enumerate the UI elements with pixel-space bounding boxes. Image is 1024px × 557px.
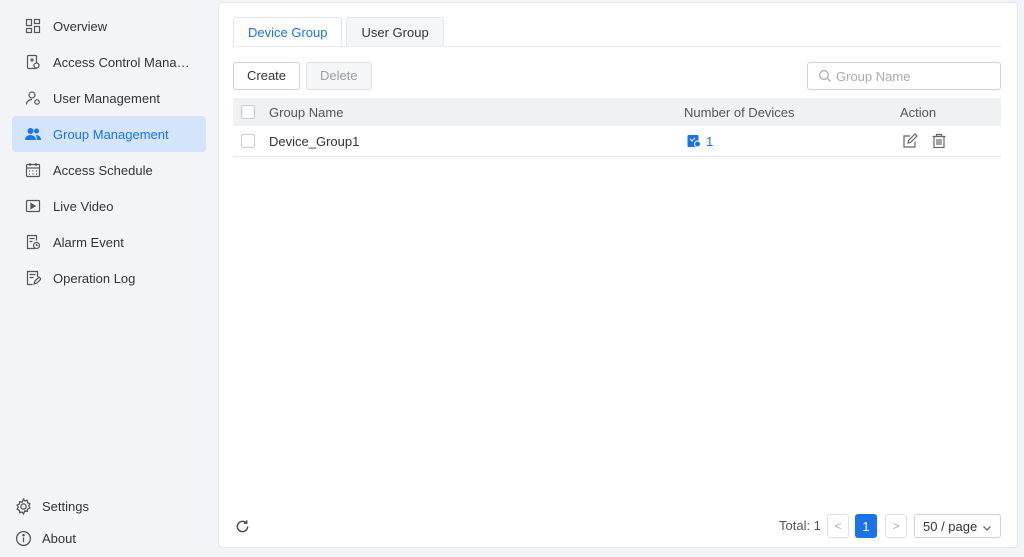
group-name-cell: Device_Group1	[269, 133, 360, 149]
user-icon	[24, 89, 42, 107]
select-all-checkbox[interactable]	[241, 105, 255, 119]
sidebar-item-label: Group Management	[53, 126, 169, 142]
sidebar-item-label: Access Schedule	[53, 162, 153, 178]
header-action: Action	[900, 104, 937, 120]
total-count: Total: 1	[779, 518, 821, 533]
sidebar-item-live-video[interactable]: Live Video	[12, 188, 206, 224]
chevron-down-icon	[982, 521, 992, 531]
tab-device-group[interactable]: Device Group	[233, 17, 343, 47]
next-page-button[interactable]: >	[885, 514, 907, 538]
tab-bar: Device Group User Group	[233, 17, 448, 47]
tab-divider	[233, 46, 1001, 47]
sidebar: Overview Access Control Manag... User Ma…	[0, 0, 216, 557]
edit-action-cell	[901, 126, 919, 156]
devices-count: 1	[706, 133, 714, 149]
sidebar-item-label: About	[42, 530, 76, 546]
info-icon	[14, 529, 32, 547]
sidebar-item-label: Overview	[53, 18, 108, 34]
gear-icon	[14, 497, 32, 515]
sidebar-item-label: Settings	[42, 498, 89, 514]
search-input[interactable]	[836, 68, 996, 84]
sidebar-item-label: Alarm Event	[53, 234, 124, 250]
sidebar-item-overview[interactable]: Overview	[12, 8, 206, 44]
sidebar-item-label: Operation Log	[53, 270, 136, 286]
header-number-of-devices[interactable]: Number of Devices	[684, 98, 795, 126]
sidebar-item-operation-log[interactable]: Operation Log	[12, 260, 206, 296]
page-size-value: 50 / page	[923, 518, 978, 534]
table-header: Group Name Number of Devices Action	[233, 98, 1001, 126]
video-icon	[24, 197, 42, 215]
sidebar-item-settings[interactable]: Settings	[0, 490, 216, 522]
page-size-select[interactable]: 50 / page	[914, 514, 1001, 538]
sidebar-item-access-control[interactable]: Access Control Manag...	[12, 44, 206, 80]
access-control-icon	[24, 53, 42, 71]
search-box[interactable]	[807, 62, 1001, 90]
row-checkbox-cell	[241, 126, 255, 156]
page-number-current[interactable]: 1	[855, 514, 877, 538]
header-group-name[interactable]: Group Name	[269, 98, 343, 126]
sidebar-item-user-management[interactable]: User Management	[12, 80, 206, 116]
sidebar-item-label: Live Video	[53, 198, 114, 214]
delete-button[interactable]: Delete	[306, 62, 372, 90]
devices-link[interactable]: 1	[687, 126, 713, 156]
group-icon	[24, 125, 42, 143]
alarm-icon	[24, 233, 42, 251]
refresh-icon[interactable]	[233, 517, 251, 535]
edit-icon[interactable]	[901, 132, 919, 150]
sidebar-item-label: Access Control Manag...	[53, 54, 193, 70]
sidebar-item-group-management[interactable]: Group Management	[12, 116, 206, 152]
delete-action-cell	[930, 126, 948, 156]
sidebar-item-access-schedule[interactable]: Access Schedule	[12, 152, 206, 188]
prev-page-button[interactable]: <	[827, 514, 849, 538]
table-row: Device_Group1 1	[233, 126, 1001, 157]
sidebar-item-about[interactable]: About	[0, 522, 216, 554]
create-button[interactable]: Create	[233, 62, 301, 90]
trash-icon[interactable]	[930, 132, 948, 150]
overview-icon	[24, 17, 42, 35]
log-icon	[24, 269, 42, 287]
tab-user-group[interactable]: User Group	[346, 17, 444, 47]
sidebar-item-alarm-event[interactable]: Alarm Event	[12, 224, 206, 260]
main-panel: Device Group User Group Create Delete Gr…	[218, 2, 1018, 548]
select-all-checkbox-cell	[241, 98, 255, 126]
row-checkbox[interactable]	[241, 134, 255, 148]
calendar-icon	[24, 161, 42, 179]
search-icon	[818, 69, 832, 83]
device-icon	[687, 134, 701, 148]
sidebar-item-label: User Management	[53, 90, 160, 106]
